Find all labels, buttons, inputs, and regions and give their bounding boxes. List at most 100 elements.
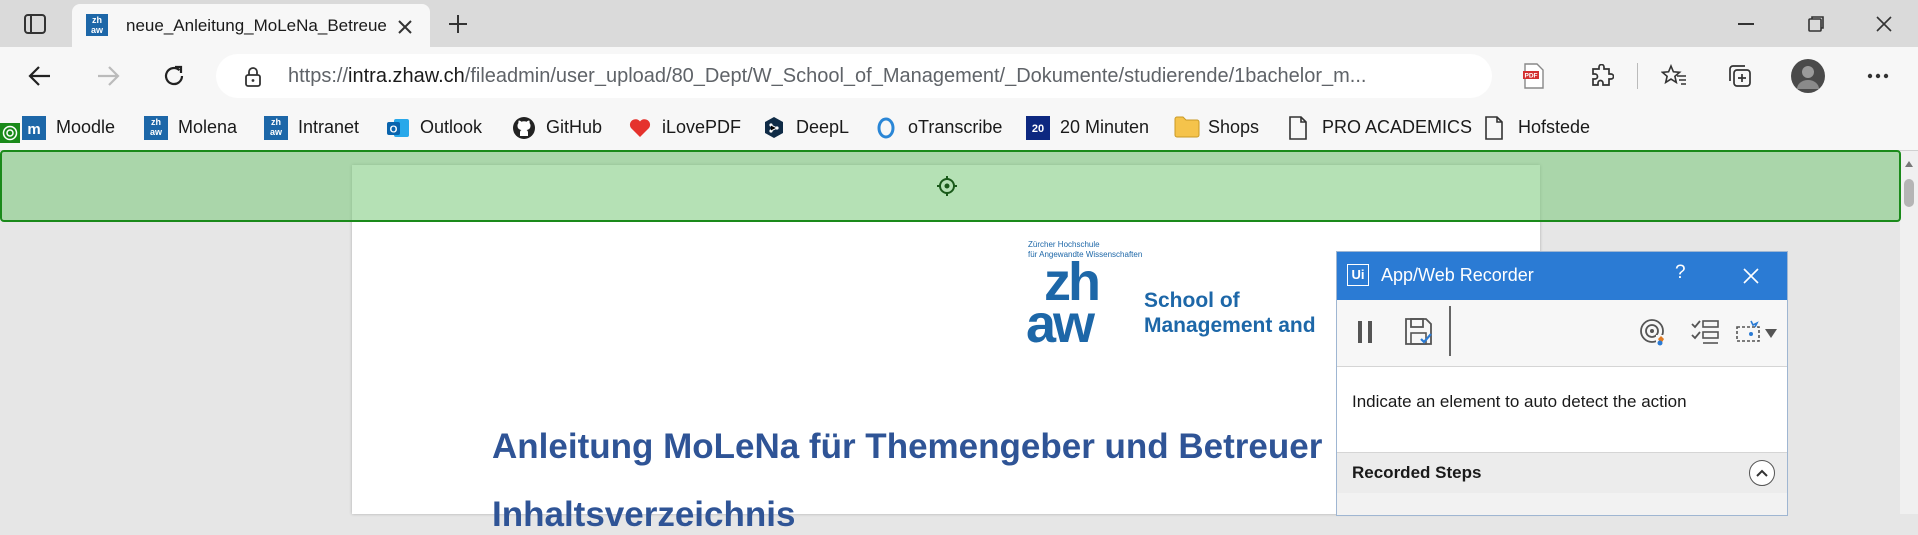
bookmark-deepl[interactable]: DeepL xyxy=(762,115,858,141)
otranscribe-icon xyxy=(874,116,898,140)
document-subtitle: Inhaltsverzeichnis xyxy=(492,495,796,534)
recorded-steps-header[interactable]: Recorded Steps xyxy=(1337,452,1787,493)
svg-text:m: m xyxy=(27,121,40,138)
url-path: /fileadmin/user_upload/80_Dept/W_School_… xyxy=(464,65,1367,87)
target-crosshair-icon xyxy=(937,176,957,196)
target-icon xyxy=(0,123,20,143)
checklist-icon[interactable] xyxy=(1687,314,1723,350)
forward-icon[interactable] xyxy=(90,59,126,93)
bookmark-label: oTranscribe xyxy=(908,117,1003,137)
bookmark-label: PRO ACADEMICS xyxy=(1322,117,1473,137)
tab-title: neue_Anleitung_MoLeNa_Betreuer xyxy=(126,16,388,35)
save-icon[interactable] xyxy=(1401,314,1437,350)
close-recorder-icon[interactable] xyxy=(1739,264,1763,288)
auto-detect-dropdown-icon[interactable] xyxy=(1733,314,1783,350)
bookmark-intranet[interactable]: zh aw Intranet xyxy=(264,115,370,141)
bookmark-molena[interactable]: zh aw Molena xyxy=(144,115,244,141)
bookmark-label: Outlook xyxy=(420,117,483,137)
collapse-icon[interactable] xyxy=(1749,460,1775,486)
uipath-logo-icon: Ui xyxy=(1347,264,1369,286)
bookmark-label: Moodle xyxy=(56,117,116,137)
bookmark-otranscribe[interactable]: oTranscribe xyxy=(874,115,1016,141)
svg-text:20: 20 xyxy=(1032,123,1044,135)
bookmark-pro-academics[interactable]: PRO ACADEMICS xyxy=(1288,115,1472,141)
logo-tagline-line1: Zürcher Hochschule xyxy=(1028,240,1100,249)
bookmark-ilovepdf[interactable]: iLovePDF xyxy=(628,115,744,141)
page-icon xyxy=(1484,116,1508,140)
recorder-title: App/Web Recorder xyxy=(1381,265,1534,285)
bookmark-20minuten[interactable]: 20 20 Minuten xyxy=(1026,115,1156,141)
new-tab-icon[interactable] xyxy=(442,8,474,40)
bookmark-moodle[interactable]: m Moodle xyxy=(22,115,132,141)
svg-text:O: O xyxy=(390,125,398,136)
moodle-icon: m xyxy=(22,116,46,140)
bookmark-label: DeepL xyxy=(796,117,850,137)
scroll-up-icon[interactable] xyxy=(1905,161,1913,167)
more-options-icon[interactable] xyxy=(1858,59,1898,93)
back-icon[interactable] xyxy=(22,59,58,93)
svg-text:PDF: PDF xyxy=(1525,73,1538,80)
recorded-steps-title: Recorded Steps xyxy=(1352,463,1482,482)
url-host: intra.zhaw.ch xyxy=(348,65,465,87)
bookmark-label: Intranet xyxy=(298,117,360,137)
tab-strip: zh aw neue_Anleitung_MoLeNa_Betreuer xyxy=(0,0,1918,47)
recorder-toolbar xyxy=(1337,300,1787,367)
bookmark-outlook[interactable]: O Outlook xyxy=(386,115,498,141)
bookmark-github[interactable]: GitHub xyxy=(512,115,612,141)
collections-icon[interactable] xyxy=(1722,59,1758,93)
page-icon xyxy=(1288,116,1312,140)
tab-actions-icon[interactable] xyxy=(18,10,52,38)
url-text[interactable]: https://intra.zhaw.ch/fileadmin/user_upl… xyxy=(288,65,1438,88)
outlook-icon: O xyxy=(386,116,410,140)
zhaw-icon: zh aw xyxy=(86,14,108,36)
help-icon[interactable]: ? xyxy=(1675,262,1686,284)
bookmark-shops[interactable]: Shops xyxy=(1174,115,1264,141)
favorites-icon[interactable] xyxy=(1656,59,1692,93)
element-highlight xyxy=(0,150,1901,222)
tab-active[interactable]: zh aw neue_Anleitung_MoLeNa_Betreuer xyxy=(72,4,430,47)
close-tab-icon[interactable] xyxy=(392,14,418,40)
lock-icon[interactable] xyxy=(242,66,264,88)
toolbar-separator xyxy=(1449,306,1451,356)
bookmark-label: iLovePDF xyxy=(662,117,742,137)
zhaw-logo: zh aw xyxy=(1026,255,1102,354)
school-name-line2: Management and xyxy=(1144,314,1316,337)
bookmark-label: Hofstede xyxy=(1518,117,1591,137)
bookmark-label: Shops xyxy=(1208,117,1260,137)
school-name: School of Management and xyxy=(1144,288,1316,338)
recorded-steps-list xyxy=(1337,493,1787,515)
pdf-extension-icon[interactable]: PDF xyxy=(1516,59,1552,93)
toolbar-divider xyxy=(1637,63,1638,89)
instruction-text: Indicate an element to auto detect the a… xyxy=(1352,392,1687,411)
zhaw-icon: zh aw xyxy=(144,116,168,140)
bookmarks-bar: m Moodle zh aw Molena zh aw Intranet O Out… xyxy=(0,105,1918,151)
school-name-line1: School of xyxy=(1144,289,1240,312)
bookmark-label: Molena xyxy=(178,117,238,137)
extensions-icon[interactable] xyxy=(1584,59,1620,93)
restore-icon[interactable] xyxy=(1794,10,1838,38)
bookmark-label: GitHub xyxy=(546,117,603,137)
address-bar[interactable]: https://intra.zhaw.ch/fileadmin/user_upl… xyxy=(216,54,1492,98)
instruction-panel: Indicate an element to auto detect the a… xyxy=(1337,367,1787,437)
refresh-icon[interactable] xyxy=(156,59,192,93)
20min-icon: 20 xyxy=(1026,116,1050,140)
scroll-thumb[interactable] xyxy=(1904,179,1914,207)
target-options-icon[interactable] xyxy=(1635,314,1671,350)
bookmark-label: 20 Minuten xyxy=(1060,117,1150,137)
profile-avatar[interactable] xyxy=(1788,56,1828,96)
github-icon xyxy=(512,116,536,140)
pause-icon[interactable] xyxy=(1347,314,1383,350)
heart-icon xyxy=(628,116,652,140)
zhaw-icon: zh aw xyxy=(264,116,288,140)
document-title: Anleitung MoLeNa für Themengeber und Bet… xyxy=(492,427,1323,466)
scrollbar[interactable] xyxy=(1900,151,1918,514)
close-window-icon[interactable] xyxy=(1862,10,1906,38)
url-prefix: https:// xyxy=(288,65,349,87)
logo-mark-aw: aw xyxy=(1026,294,1095,354)
app-web-recorder-window: Ui App/Web Recorder ? Indicate an elemen… xyxy=(1336,251,1788,516)
recorder-titlebar[interactable]: Ui App/Web Recorder ? xyxy=(1337,252,1787,300)
bookmark-hofstede[interactable]: Hofstede xyxy=(1484,115,1594,141)
folder-icon xyxy=(1174,116,1200,140)
deepl-icon xyxy=(762,116,786,140)
minimize-icon[interactable] xyxy=(1724,10,1768,38)
